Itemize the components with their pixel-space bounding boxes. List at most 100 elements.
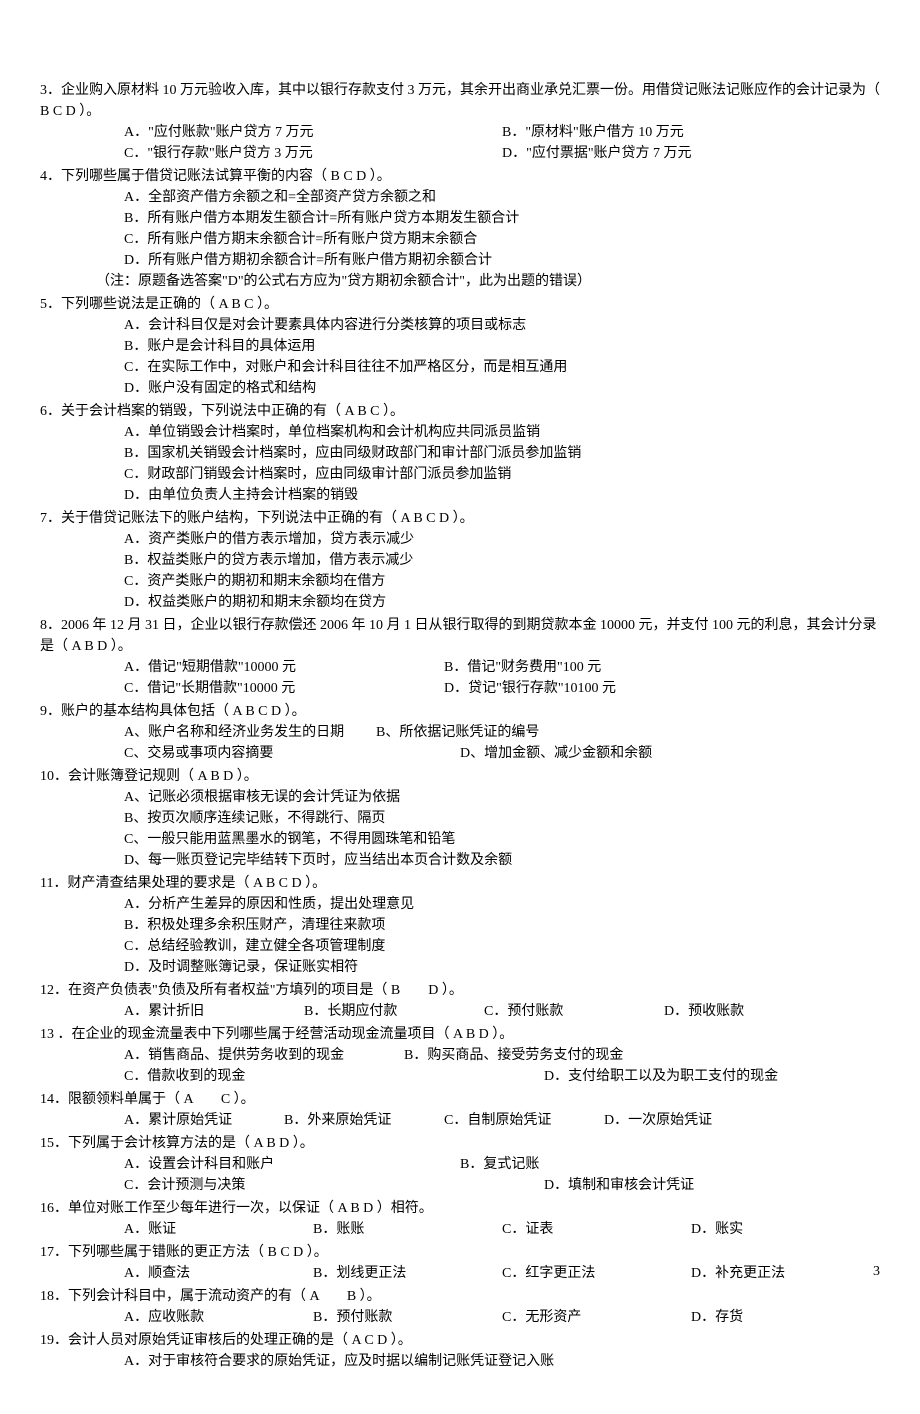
q10-opt-a: A、记账必须根据审核无误的会计凭证为依据 [124, 787, 880, 808]
question-10: 10．会计账簿登记规则（ A B D ）。 A、记账必须根据审核无误的会计凭证为… [40, 766, 880, 871]
question-5: 5．下列哪些说法是正确的（ A B C ）。 A．会计科目仅是对会计要素具体内容… [40, 294, 880, 399]
q17-opt-a: A．顺查法 [124, 1263, 313, 1284]
q10-stem: 10．会计账簿登记规则（ A B D ）。 [40, 766, 880, 787]
q18-stem: 18．下列会计科目中，属于流动资产的有（ A B ）。 [40, 1286, 880, 1307]
q19-options: A．对于审核符合要求的原始凭证，应及时据以编制记账凭证登记入账 [40, 1351, 880, 1372]
q5-stem: 5．下列哪些说法是正确的（ A B C ）。 [40, 294, 880, 315]
q17-options: A．顺查法 B．划线更正法 C．红字更正法 D．补充更正法 [40, 1263, 880, 1284]
q8-stem: 8．2006 年 12 月 31 日，企业以银行存款偿还 2006 年 10 月… [40, 615, 880, 657]
q15-opt-c: C．会计预测与决策 [124, 1175, 544, 1196]
q12-options: A．累计折旧 B．长期应付款 C．预付账款 D．预收账款 [40, 1001, 844, 1022]
q10-options: A、记账必须根据审核无误的会计凭证为依据 B、按页次顺序连续记账，不得跳行、隔页… [40, 787, 880, 871]
question-6: 6．关于会计档案的销毁，下列说法中正确的有（ A B C ）。 A．单位销毁会计… [40, 401, 880, 506]
q12-opt-a: A．累计折旧 [124, 1001, 304, 1022]
q5-opt-c: C．在实际工作中，对账户和会计科目往往不加严格区分，而是相互通用 [124, 357, 880, 378]
q18-opt-b: B．预付账款 [313, 1307, 502, 1328]
q13-opt-a: A．销售商品、提供劳务收到的现金 [124, 1045, 404, 1066]
q14-options: A．累计原始凭证 B．外来原始凭证 C．自制原始凭证 D．一次原始凭证 [40, 1110, 764, 1131]
q8-options: A．借记"短期借款"10000 元 B．借记"财务费用"100 元 C．借记"长… [40, 657, 764, 699]
q14-stem: 14．限额领料单属于（ A C ）。 [40, 1089, 880, 1110]
question-19: 19．会计人员对原始凭证审核后的处理正确的是（ A C D ）。 A．对于审核符… [40, 1330, 880, 1372]
q18-opt-a: A．应收账款 [124, 1307, 313, 1328]
q11-opt-b: B．积极处理多余积压财产，清理往来款项 [124, 915, 880, 936]
q13-stem: 13 ．在企业的现金流量表中下列哪些属于经营活动现金流量项目（ A B D ）。 [40, 1024, 880, 1045]
q3-opt-b: B．"原材料"账户借方 10 万元 [502, 122, 880, 143]
q14-opt-a: A．累计原始凭证 [124, 1110, 284, 1131]
q6-opt-b: B．国家机关销毁会计档案时，应由同级财政部门和审计部门派员参加监销 [124, 443, 880, 464]
q7-opt-b: B．权益类账户的贷方表示增加，借方表示减少 [124, 550, 880, 571]
q9-opt-b: B、所依据记账凭证的编号 [376, 722, 539, 743]
q4-stem: 4．下列哪些属于借贷记账法试算平衡的内容（ B C D ）。 [40, 166, 880, 187]
q7-stem: 7．关于借贷记账法下的账户结构，下列说法中正确的有（ A B C D ）。 [40, 508, 880, 529]
question-17: 17．下列哪些属于错账的更正方法（ B C D ）。 A．顺查法 B．划线更正法… [40, 1242, 880, 1284]
q3-opt-c: C．"银行存款"账户贷方 3 万元 [124, 143, 502, 164]
q3-opt-d: D．"应付票据"账户贷方 7 万元 [502, 143, 880, 164]
q12-stem: 12．在资产负债表"负债及所有者权益"方填列的项目是（ B D ）。 [40, 980, 880, 1001]
q17-opt-b: B．划线更正法 [313, 1263, 502, 1284]
q8-opt-c: C．借记"长期借款"10000 元 [124, 678, 444, 699]
q5-opt-d: D．账户没有固定的格式和结构 [124, 378, 880, 399]
q7-opt-c: C．资产类账户的期初和期末余额均在借方 [124, 571, 880, 592]
q11-options: A．分析产生差异的原因和性质，提出处理意见 B．积极处理多余积压财产，清理往来款… [40, 894, 880, 978]
q18-opt-d: D．存货 [691, 1307, 880, 1328]
q8-opt-a: A．借记"短期借款"10000 元 [124, 657, 444, 678]
q6-opt-c: C．财政部门销毁会计档案时，应由同级审计部门派员参加监销 [124, 464, 880, 485]
question-7: 7．关于借贷记账法下的账户结构，下列说法中正确的有（ A B C D ）。 A．… [40, 508, 880, 613]
question-14: 14．限额领料单属于（ A C ）。 A．累计原始凭证 B．外来原始凭证 C．自… [40, 1089, 880, 1131]
q15-opt-b: B．复式记账 [460, 1154, 539, 1175]
question-9: 9．账户的基本结构具体包括（ A B C D ）。 A、账户名称和经济业务发生的… [40, 701, 880, 764]
q9-opt-c: C、交易或事项内容摘要 [124, 743, 460, 764]
question-3: 3．企业购入原材料 10 万元验收入库，其中以银行存款支付 3 万元，其余开出商… [40, 80, 880, 164]
q16-opt-d: D．账实 [691, 1219, 880, 1240]
q15-stem: 15．下列属于会计核算方法的是（ A B D ）。 [40, 1133, 880, 1154]
q12-opt-b: B．长期应付款 [304, 1001, 484, 1022]
q4-note: （注：原题备选答案"D"的公式右方应为"贷方期初余额合计"，此为出题的错误） [40, 271, 880, 292]
question-11: 11．财产清查结果处理的要求是（ A B C D ）。 A．分析产生差异的原因和… [40, 873, 880, 978]
q3-opt-a: A．"应付账款"账户贷方 7 万元 [124, 122, 502, 143]
q7-opt-d: D．权益类账户的期初和期末余额均在贷方 [124, 592, 880, 613]
q16-options: A．账证 B．账账 C．证表 D．账实 [40, 1219, 880, 1240]
q16-opt-a: A．账证 [124, 1219, 313, 1240]
q16-opt-b: B．账账 [313, 1219, 502, 1240]
question-8: 8．2006 年 12 月 31 日，企业以银行存款偿还 2006 年 10 月… [40, 615, 880, 699]
q6-opt-a: A．单位销毁会计档案时，单位档案机构和会计机构应共同派员监销 [124, 422, 880, 443]
q15-options: A．设置会计科目和账户 B．复式记账 C．会计预测与决策 D．填制和审核会计凭证 [40, 1154, 880, 1196]
q14-opt-d: D．一次原始凭证 [604, 1110, 764, 1131]
q19-stem: 19．会计人员对原始凭证审核后的处理正确的是（ A C D ）。 [40, 1330, 880, 1351]
q4-opt-d: D．所有账户借方期初余额合计=所有账户借方期初余额合计 [124, 250, 880, 271]
q4-options: A．全部资产借方余额之和=全部资产贷方余额之和 B．所有账户借方本期发生额合计=… [40, 187, 880, 271]
q6-opt-d: D．由单位负责人主持会计档案的销毁 [124, 485, 880, 506]
q4-opt-c: C．所有账户借方期末余额合计=所有账户贷方期末余额合 [124, 229, 880, 250]
q4-opt-b: B．所有账户借方本期发生额合计=所有账户贷方本期发生额合计 [124, 208, 880, 229]
q9-options: A、账户名称和经济业务发生的日期 B、所依据记账凭证的编号 C、交易或事项内容摘… [40, 722, 880, 764]
q11-opt-d: D．及时调整账簿记录，保证账实相符 [124, 957, 880, 978]
q5-opt-b: B．账户是会计科目的具体运用 [124, 336, 880, 357]
q13-options: A．销售商品、提供劳务收到的现金 B．购买商品、接受劳务支付的现金 C．借款收到… [40, 1045, 880, 1087]
q9-stem: 9．账户的基本结构具体包括（ A B C D ）。 [40, 701, 880, 722]
q9-opt-d: D、增加金额、减少金额和余额 [460, 743, 652, 764]
q6-options: A．单位销毁会计档案时，单位档案机构和会计机构应共同派员监销 B．国家机关销毁会… [40, 422, 880, 506]
q5-opt-a: A．会计科目仅是对会计要素具体内容进行分类核算的项目或标志 [124, 315, 880, 336]
q11-opt-c: C．总结经验教训，建立健全各项管理制度 [124, 936, 880, 957]
question-4: 4．下列哪些属于借贷记账法试算平衡的内容（ B C D ）。 A．全部资产借方余… [40, 166, 880, 292]
page-number: 3 [873, 1261, 880, 1282]
q8-opt-b: B．借记"财务费用"100 元 [444, 657, 764, 678]
q17-stem: 17．下列哪些属于错账的更正方法（ B C D ）。 [40, 1242, 880, 1263]
q16-opt-c: C．证表 [502, 1219, 691, 1240]
q12-opt-d: D．预收账款 [664, 1001, 844, 1022]
q7-opt-a: A．资产类账户的借方表示增加，贷方表示减少 [124, 529, 880, 550]
q13-opt-c: C．借款收到的现金 [124, 1066, 544, 1087]
q5-options: A．会计科目仅是对会计要素具体内容进行分类核算的项目或标志 B．账户是会计科目的… [40, 315, 880, 399]
q11-opt-a: A．分析产生差异的原因和性质，提出处理意见 [124, 894, 880, 915]
q13-opt-d: D．支付给职工以及为职工支付的现金 [544, 1066, 778, 1087]
q3-options: A．"应付账款"账户贷方 7 万元 B．"原材料"账户借方 10 万元 C．"银… [40, 122, 880, 164]
q10-opt-b: B、按页次顺序连续记账，不得跳行、隔页 [124, 808, 880, 829]
q6-stem: 6．关于会计档案的销毁，下列说法中正确的有（ A B C ）。 [40, 401, 880, 422]
q7-options: A．资产类账户的借方表示增加，贷方表示减少 B．权益类账户的贷方表示增加，借方表… [40, 529, 880, 613]
q10-opt-c: C、一般只能用蓝黑墨水的钢笔，不得用圆珠笔和铅笔 [124, 829, 880, 850]
question-12: 12．在资产负债表"负债及所有者权益"方填列的项目是（ B D ）。 A．累计折… [40, 980, 880, 1022]
q15-opt-a: A．设置会计科目和账户 [124, 1154, 460, 1175]
q15-opt-d: D．填制和审核会计凭证 [544, 1175, 694, 1196]
q18-opt-c: C．无形资产 [502, 1307, 691, 1328]
question-13: 13 ．在企业的现金流量表中下列哪些属于经营活动现金流量项目（ A B D ）。… [40, 1024, 880, 1087]
